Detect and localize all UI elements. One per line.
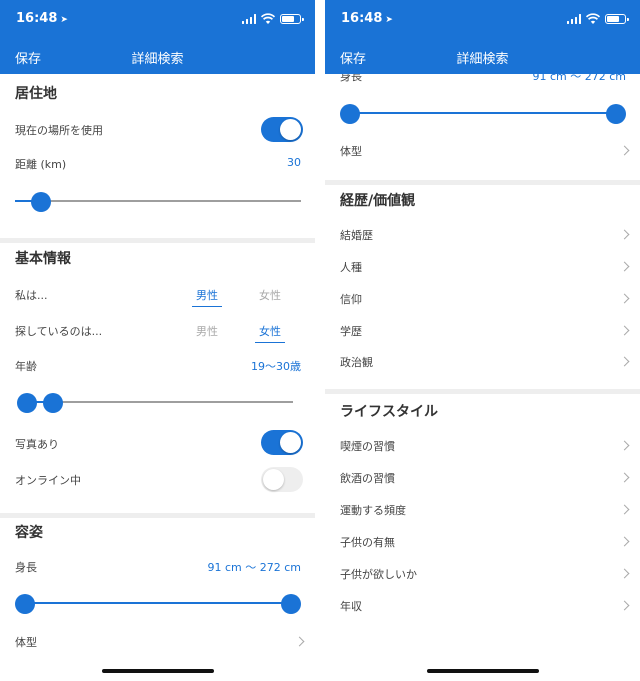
- chevron-right-icon: [619, 472, 630, 483]
- use-location-toggle[interactable]: [261, 117, 303, 142]
- chevron-right-icon: [619, 229, 630, 240]
- photo-toggle[interactable]: [261, 430, 303, 455]
- section-separator: [325, 389, 640, 394]
- location-arrow-icon: ➤: [60, 15, 68, 25]
- height-value: 91 cm ～ 272 cm: [207, 561, 301, 574]
- photo-label: 写真あり: [15, 438, 59, 451]
- height-slider-max-thumb[interactable]: [281, 594, 301, 614]
- distance-label: 距離 (km): [15, 158, 67, 171]
- chevron-right-icon: [619, 600, 630, 611]
- list-item-religion[interactable]: 信仰: [340, 291, 362, 307]
- list-item-politics[interactable]: 政治観: [340, 354, 373, 370]
- list-item-has-children[interactable]: 子供の有無: [340, 534, 395, 550]
- section-separator: [325, 180, 640, 185]
- chevron-right-icon: [619, 261, 630, 272]
- chevron-right-icon: [619, 293, 630, 304]
- distance-slider-track[interactable]: [41, 200, 301, 202]
- nav-bar: 16:48 ➤ 保存 詳細検索: [0, 0, 315, 74]
- use-location-label: 現在の場所を使用: [15, 124, 103, 137]
- section-title-background: 経歴/価値観: [340, 193, 416, 209]
- chevron-right-icon: [619, 568, 630, 579]
- chevron-right-icon: [619, 325, 630, 336]
- online-label: オンライン中: [15, 474, 81, 487]
- i-am-label: 私は...: [15, 289, 48, 302]
- page-title: 詳細検索: [456, 52, 509, 67]
- left-screen: 16:48 ➤ 保存 詳細検索 居住地 現在の場所を使用 距離 (km) 30 基…: [0, 0, 315, 681]
- right-screen: 身長 91 cm ～ 272 cm 16:48 ➤ 保存 詳細検索 体型 経歴/価…: [325, 0, 640, 681]
- section-separator: [0, 238, 315, 243]
- list-item-income[interactable]: 年収: [340, 598, 362, 614]
- section-title-appearance: 容姿: [15, 525, 43, 541]
- status-time: 16:48 ➤: [16, 11, 68, 26]
- age-value: 19～30歳: [251, 360, 301, 373]
- age-label: 年齢: [15, 360, 37, 373]
- battery-icon: [280, 14, 304, 24]
- list-item-smoking[interactable]: 喫煙の習慣: [340, 438, 395, 454]
- body-type-label[interactable]: 体型: [15, 634, 37, 650]
- seeking-female-option[interactable]: 女性: [255, 323, 285, 343]
- chevron-right-icon: [619, 440, 630, 451]
- seeking-male-option[interactable]: 男性: [192, 323, 222, 342]
- status-time: 16:48 ➤: [341, 11, 393, 26]
- height-label: 身長: [15, 561, 37, 574]
- list-item-drinking[interactable]: 飲酒の習慣: [340, 470, 395, 486]
- distance-slider-thumb[interactable]: [31, 192, 51, 212]
- age-slider-track[interactable]: [52, 401, 293, 403]
- chevron-right-icon: [619, 504, 630, 515]
- battery-icon: [605, 14, 629, 24]
- body-type-label[interactable]: 体型: [340, 143, 362, 159]
- nav-bar: 16:48 ➤ 保存 詳細検索: [325, 0, 640, 74]
- chevron-right-icon: [619, 536, 630, 547]
- signal-icon: [241, 14, 256, 24]
- distance-value: 30: [287, 156, 301, 169]
- height-slider-fill: [25, 602, 291, 604]
- section-title-residence: 居住地: [15, 86, 57, 102]
- age-slider-min-thumb[interactable]: [17, 393, 37, 413]
- i-am-male-option[interactable]: 男性: [192, 287, 222, 307]
- screen-gap: [315, 0, 325, 681]
- signal-icon: [566, 14, 581, 24]
- section-title-basic: 基本情報: [15, 251, 71, 267]
- chevron-right-icon: [294, 636, 305, 647]
- height-slider-min-thumb[interactable]: [15, 594, 35, 614]
- wifi-icon: [586, 13, 600, 24]
- home-indicator: [427, 669, 539, 673]
- height-slider-min-thumb[interactable]: [340, 104, 360, 124]
- height-slider-fill: [350, 112, 616, 114]
- height-slider-max-thumb[interactable]: [606, 104, 626, 124]
- age-slider-max-thumb[interactable]: [43, 393, 63, 413]
- i-am-female-option[interactable]: 女性: [255, 287, 285, 306]
- home-indicator: [102, 669, 214, 673]
- list-item-ethnicity[interactable]: 人種: [340, 259, 362, 275]
- page-title: 詳細検索: [131, 52, 184, 67]
- list-item-marital[interactable]: 結婚歴: [340, 227, 373, 243]
- status-bar: 16:48 ➤: [16, 10, 304, 30]
- chevron-right-icon: [619, 145, 630, 156]
- online-toggle[interactable]: [261, 467, 303, 492]
- seeking-label: 探しているのは...: [15, 325, 103, 338]
- list-item-exercise[interactable]: 運動する頻度: [340, 502, 406, 518]
- list-item-wants-children[interactable]: 子供が欲しいか: [340, 566, 417, 582]
- section-separator: [0, 513, 315, 518]
- chevron-right-icon: [619, 356, 630, 367]
- location-arrow-icon: ➤: [385, 15, 393, 25]
- wifi-icon: [261, 13, 275, 24]
- list-item-education[interactable]: 学歴: [340, 323, 362, 339]
- status-bar: 16:48 ➤: [341, 10, 629, 30]
- section-title-lifestyle: ライフスタイル: [340, 404, 438, 420]
